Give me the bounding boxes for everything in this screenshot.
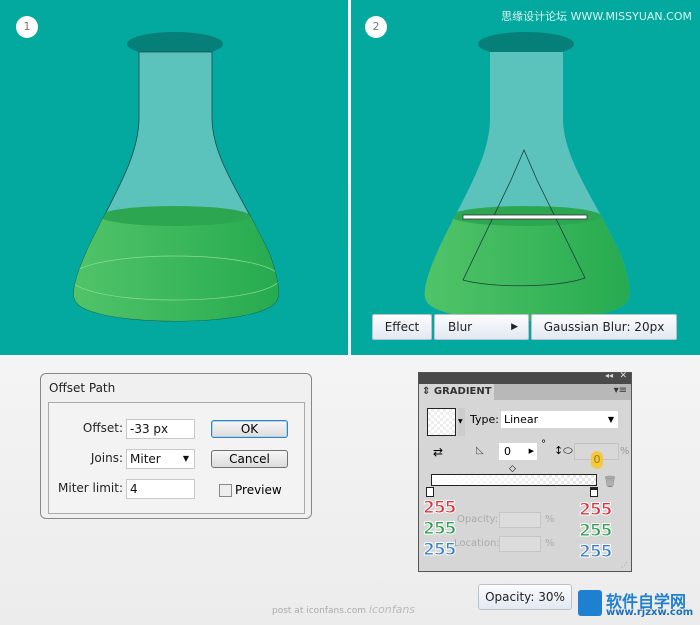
submenu-arrow-icon: ▶ — [511, 322, 518, 332]
blur-label: Blur — [448, 320, 473, 334]
location-unit: % — [545, 538, 555, 549]
midpoint-diamond[interactable]: ◇ — [509, 464, 516, 474]
step-number: 1 — [16, 16, 38, 38]
post-credit: post at iconfans.com — [272, 606, 367, 616]
delete-stop-icon[interactable]: 🗑 — [603, 475, 617, 488]
left-stop-red: 255 — [423, 498, 457, 519]
collapse-icon[interactable]: ◂◂ — [605, 371, 613, 380]
location-label: Location: — [454, 538, 500, 549]
aspect-ratio-icon: ↕⬭ — [554, 444, 573, 457]
right-stop-blue: 255 — [579, 542, 613, 563]
offset-input[interactable]: -33 px — [126, 419, 195, 439]
panel-top-bar: ◂◂ ✕ — [419, 371, 631, 384]
reverse-gradient-icon[interactable]: ⇄ — [433, 445, 443, 459]
left-stop-blue: 255 — [423, 540, 457, 561]
preview-checkbox[interactable] — [219, 484, 232, 497]
step-1-panel: 1 — [0, 0, 348, 355]
swatch-dropdown[interactable]: ▼ — [458, 408, 465, 436]
effect-menu-button[interactable]: Effect — [372, 314, 432, 340]
flask-illustration — [424, 32, 630, 321]
preview-label: Preview — [235, 483, 282, 497]
resize-grip-icon[interactable]: ⋰ — [621, 561, 628, 569]
miter-limit-input[interactable]: 4 — [126, 479, 195, 499]
angle-input[interactable]: 0 ▶ — [499, 443, 537, 460]
panel-menu-icon[interactable]: ▾≡ — [614, 385, 627, 396]
gradient-tab[interactable]: ⇕ GRADIENT — [419, 384, 494, 400]
panel-tab-bar: ⇕ GRADIENT ▾≡ — [419, 384, 631, 400]
opacity-unit: % — [545, 514, 555, 525]
step-number: 2 — [365, 16, 387, 38]
degree-symbol: ° — [541, 439, 546, 450]
gradient-slider[interactable] — [431, 474, 597, 486]
offset-label: Offset: — [82, 421, 123, 435]
joins-label: Joins: — [90, 451, 123, 465]
type-label: Type: — [470, 413, 499, 426]
opacity-badge: Opacity: 30% — [478, 584, 572, 610]
right-stop-green: 255 — [579, 521, 613, 542]
left-color-stop[interactable] — [426, 487, 434, 497]
angle-value: 0 — [504, 445, 511, 458]
miter-limit-label: Miter limit: — [58, 481, 123, 495]
site-logo: 软件自学网 www.rjzxw.com — [578, 588, 698, 620]
logo-mark-icon — [578, 590, 602, 616]
dialog-title: Offset Path — [49, 381, 116, 395]
tab-label: GRADIENT — [433, 386, 492, 397]
site-url: www.rjzxw.com — [606, 607, 694, 618]
cancel-button[interactable]: Cancel — [211, 450, 288, 468]
offset-path-dialog: Offset Path Offset: -33 px Joins: Miter ▼… — [40, 373, 312, 519]
step-2-panel: 2 思缘设计论坛 WWW.MISSYUAN.COM Effect Blur ▶ G… — [351, 0, 700, 355]
watermark: 思缘设计论坛 WWW.MISSYUAN.COM — [501, 10, 692, 23]
angle-icon: ◺ — [476, 445, 484, 456]
gaussian-blur-menu-item[interactable]: Gaussian Blur: 20px — [531, 314, 677, 340]
gradient-panel: ◂◂ ✕ ⇕ GRADIENT ▾≡ ▼ Type: Linear ▼ ⇄ ◺ 0 ▶… — [418, 371, 632, 572]
type-value: Linear — [504, 413, 539, 426]
opacity-label: Opacity: — [457, 514, 499, 525]
opacity-input[interactable] — [499, 512, 541, 528]
location-input[interactable] — [499, 536, 541, 552]
footer-credit: post at iconfans.com iconfans — [272, 603, 415, 616]
ok-button[interactable]: OK — [211, 420, 288, 438]
blur-menu-item[interactable]: Blur ▶ — [434, 314, 529, 340]
joins-value: Miter — [130, 452, 161, 466]
flask-illustration — [73, 32, 279, 322]
gradient-swatch[interactable] — [427, 408, 456, 436]
chevron-down-icon: ▼ — [607, 415, 614, 424]
close-icon[interactable]: ✕ — [619, 371, 627, 381]
right-stop-red: 255 — [579, 500, 613, 521]
left-stop-green: 255 — [423, 519, 457, 540]
right-color-stop[interactable] — [590, 487, 598, 497]
joins-select[interactable]: Miter ▼ — [126, 449, 195, 469]
type-select[interactable]: Linear ▼ — [501, 411, 618, 428]
aspect-badge: 0 — [591, 451, 603, 469]
iconfans-logo: iconfans — [368, 603, 416, 616]
stepper-arrow-icon[interactable]: ▶ — [529, 443, 534, 460]
aspect-unit: % — [620, 446, 630, 457]
chevron-down-icon: ▼ — [182, 454, 189, 463]
